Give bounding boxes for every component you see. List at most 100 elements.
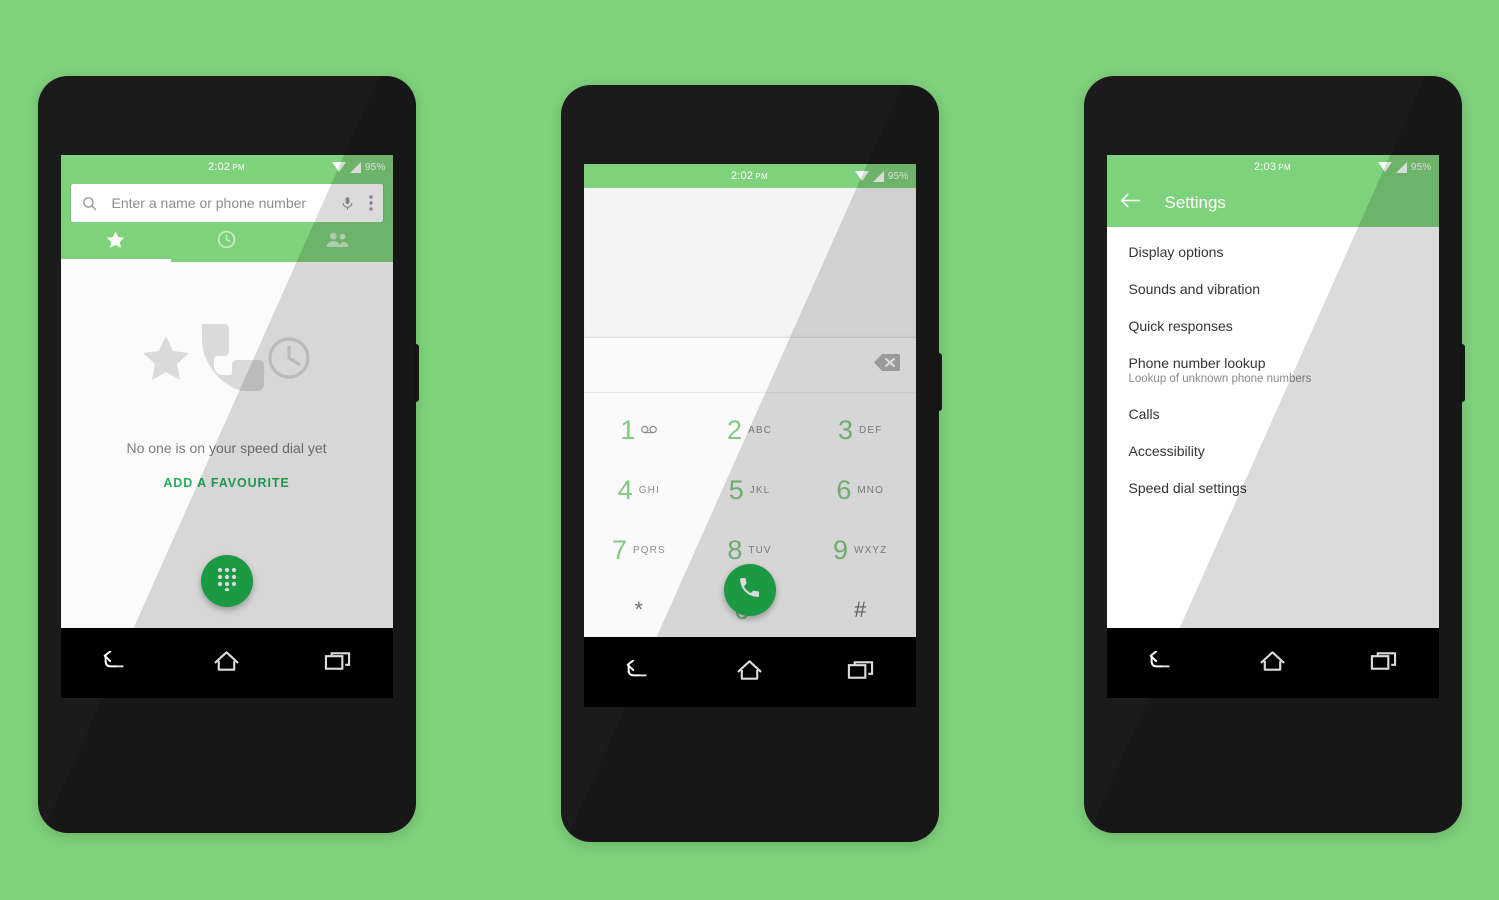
dialpad-icon — [216, 566, 238, 596]
clock-icon — [267, 337, 310, 379]
key-digit: 7 — [611, 534, 627, 565]
key-5[interactable]: 5 JKL — [694, 460, 805, 520]
status-meridiem: PM — [1278, 163, 1292, 172]
back-nav-icon[interactable] — [625, 659, 652, 685]
add-favourite-button[interactable]: ADD A FAVOURITE — [163, 476, 289, 490]
tab-recents[interactable] — [171, 222, 282, 262]
key-letters: GHI — [638, 484, 660, 496]
page-title: Settings — [1164, 193, 1226, 212]
battery-percent: 95% — [1410, 161, 1432, 173]
dialpad-row: 4 GHI 5 JKL 6 MNO — [584, 460, 916, 520]
key-digit: 4 — [617, 474, 633, 505]
empty-state-message: No one is on your speed dial yet — [126, 440, 327, 456]
settings-app-bar: Settings — [1106, 179, 1439, 227]
settings-item-display-options[interactable]: Display options — [1107, 233, 1439, 270]
key-2[interactable]: 2 ABC — [694, 400, 805, 460]
android-nav-bar — [1106, 628, 1439, 698]
phone-handset-icon — [737, 575, 762, 605]
recents-nav-icon[interactable] — [324, 650, 351, 677]
settings-item-title: Phone number lookup — [1128, 355, 1266, 371]
key-digit: 8 — [727, 534, 743, 565]
phone-device-speed-dial: 2:02 PM 95% Enter a name or phone number… — [37, 76, 419, 833]
settings-item-accessibility[interactable]: Accessibility — [1107, 432, 1439, 469]
settings-item-sounds-and-vibration[interactable]: Sounds and vibration — [1107, 270, 1439, 307]
search-header: Enter a name or phone number — [60, 179, 393, 222]
wifi-icon — [854, 171, 869, 181]
phone-device-dialpad: 2:02 PM 95% 1 2 ABC 3 DEF 4 GHI 5 JKL 6 … — [560, 85, 942, 842]
key-letters: WXYZ — [854, 544, 888, 556]
key-3[interactable]: 3 DEF — [805, 400, 916, 460]
phone-device-settings: 2:03 PM 95% Settings Display options Sou… — [1083, 76, 1465, 833]
call-log-blank-area — [583, 188, 916, 338]
status-meridiem: PM — [755, 172, 769, 181]
key-letters: PQRS — [632, 544, 666, 556]
status-system-icons: 95% — [1377, 155, 1432, 179]
back-nav-icon[interactable] — [102, 650, 129, 676]
key-7[interactable]: 7 PQRS — [584, 520, 695, 580]
settings-item-title: Speed dial settings — [1128, 480, 1247, 496]
settings-item-quick-responses[interactable]: Quick responses — [1107, 307, 1439, 344]
open-dialpad-fab[interactable] — [200, 555, 253, 607]
signal-icon — [349, 161, 361, 173]
power-button[interactable] — [936, 353, 942, 411]
settings-item-phone-number-lookup[interactable]: Phone number lookup Lookup of unknown ph… — [1107, 344, 1439, 395]
key-hash[interactable]: # — [805, 580, 916, 637]
people-icon — [325, 230, 350, 254]
status-time: 2:02 — [730, 170, 754, 182]
home-nav-icon[interactable] — [736, 659, 763, 686]
backspace-icon[interactable] — [873, 353, 900, 377]
search-input[interactable]: Enter a name or phone number — [112, 195, 340, 211]
back-arrow-icon[interactable] — [1120, 192, 1141, 214]
screen-speed-dial: 2:02 PM 95% Enter a name or phone number… — [60, 155, 393, 628]
settings-item-subtitle: Lookup of unknown phone numbers — [1128, 373, 1312, 385]
microphone-icon[interactable] — [340, 195, 355, 212]
search-bar[interactable]: Enter a name or phone number — [70, 184, 383, 222]
key-4[interactable]: 4 GHI — [584, 460, 695, 520]
key-digit: 1 — [620, 414, 636, 445]
key-9[interactable]: 9 WXYZ — [805, 520, 916, 580]
overflow-menu-icon[interactable] — [368, 195, 373, 211]
recents-nav-icon[interactable] — [847, 659, 874, 686]
settings-item-calls[interactable]: Calls — [1107, 395, 1439, 432]
phone-mockup-stage: 2:02 PM 95% Enter a name or phone number… — [0, 0, 1499, 900]
signal-icon — [1395, 161, 1407, 173]
wifi-icon — [1377, 162, 1392, 172]
status-clock: 2:02 PM — [731, 170, 768, 182]
key-letters: DEF — [859, 424, 883, 436]
empty-state-illustration — [132, 318, 322, 396]
tab-favourites[interactable] — [60, 222, 172, 262]
home-nav-icon[interactable] — [1259, 650, 1286, 677]
key-digit: 3 — [838, 414, 854, 445]
settings-item-speed-dial-settings[interactable]: Speed dial settings — [1107, 469, 1439, 506]
tab-contacts[interactable] — [282, 222, 393, 262]
clock-icon — [216, 229, 237, 255]
voicemail-icon — [641, 421, 658, 439]
power-button[interactable] — [413, 344, 419, 402]
key-digit: # — [854, 597, 867, 622]
search-icon — [81, 195, 98, 212]
power-button[interactable] — [1459, 344, 1465, 402]
key-digit: * — [634, 597, 644, 622]
call-button[interactable] — [723, 564, 776, 616]
key-digit: 5 — [728, 474, 744, 505]
status-time: 2:03 — [1253, 161, 1277, 173]
status-clock: 2:03 PM — [1254, 161, 1291, 173]
key-6[interactable]: 6 MNO — [805, 460, 916, 520]
settings-item-title: Calls — [1128, 406, 1160, 422]
home-nav-icon[interactable] — [213, 650, 240, 677]
star-icon — [142, 336, 189, 380]
status-bar: 2:02 PM 95% — [60, 155, 393, 179]
key-1[interactable]: 1 — [584, 400, 695, 460]
key-star[interactable]: * — [584, 580, 695, 637]
status-meridiem: PM — [232, 163, 246, 172]
status-bar: 2:03 PM 95% — [1106, 155, 1439, 179]
recents-nav-icon[interactable] — [1370, 650, 1397, 677]
tab-bar — [60, 222, 393, 262]
star-icon — [105, 229, 126, 255]
settings-item-title: Accessibility — [1128, 443, 1205, 459]
status-system-icons: 95% — [854, 164, 909, 188]
back-nav-icon[interactable] — [1148, 650, 1175, 676]
key-letters: ABC — [748, 424, 772, 436]
settings-item-title: Quick responses — [1128, 318, 1233, 334]
android-nav-bar — [583, 637, 916, 707]
